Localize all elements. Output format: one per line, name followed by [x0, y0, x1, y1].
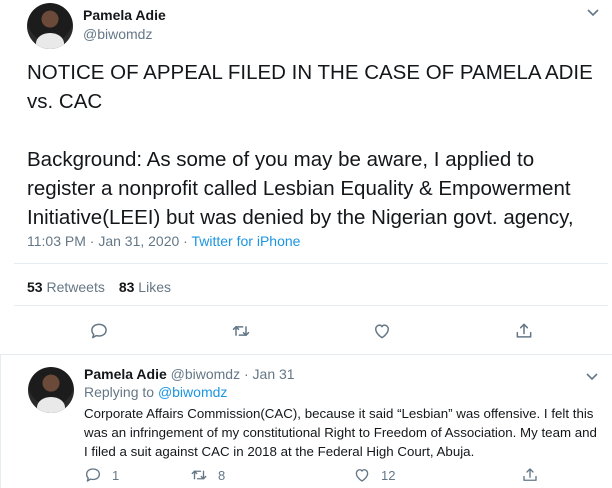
retweet-icon: [232, 326, 250, 336]
tweet-source[interactable]: Twitter for iPhone: [191, 233, 300, 249]
tweet-stats: 53 Retweets 83 Likes: [27, 279, 171, 295]
retweets-count: 53: [27, 279, 43, 295]
reply-icon: [85, 468, 101, 482]
chevron-down-icon[interactable]: [587, 5, 599, 20]
chevron-down-icon[interactable]: [586, 369, 598, 384]
divider: [14, 305, 608, 306]
retweet-button[interactable]: 8: [190, 464, 225, 486]
likes-stat[interactable]: 83 Likes: [119, 279, 171, 295]
divider: [14, 263, 608, 264]
share-button[interactable]: [521, 464, 539, 486]
replying-prefix: Replying to: [84, 384, 158, 400]
heart-icon: [355, 469, 369, 482]
share-button[interactable]: [509, 316, 539, 346]
author-handle[interactable]: @biwomdz: [83, 26, 152, 42]
reply-button[interactable]: 1: [84, 464, 119, 486]
reply-button[interactable]: [84, 316, 114, 346]
tweet-meta: 11:03 PM · Jan 31, 2020 · Twitter for iP…: [27, 233, 300, 249]
author-name[interactable]: Pamela Adie: [84, 366, 167, 382]
main-tweet: Pamela Adie @biwomdz NOTICE OF APPEAL FI…: [0, 0, 612, 354]
separator-dot: ·: [243, 366, 249, 382]
reply-date[interactable]: Jan 31: [253, 366, 295, 382]
retweet-count: 8: [218, 467, 226, 483]
tweet-text: NOTICE OF APPEAL FILED IN THE CASE OF PA…: [27, 61, 593, 229]
retweet-icon: [191, 470, 207, 480]
reply-icon: [91, 323, 107, 339]
share-icon: [523, 468, 537, 481]
author-handle[interactable]: @biwomdz: [171, 366, 240, 382]
reply-tweet[interactable]: Pamela Adie @biwomdz · Jan 31 Replying t…: [0, 355, 612, 488]
like-button[interactable]: 12: [353, 464, 395, 486]
retweets-stat[interactable]: 53 Retweets: [27, 279, 105, 295]
tweet-actions: [0, 316, 612, 346]
tweet-timestamp[interactable]: 11:03 PM · Jan 31, 2020 ·: [27, 233, 191, 249]
retweet-button[interactable]: [226, 316, 256, 346]
reply-count: 1: [112, 467, 120, 483]
likes-label: Likes: [138, 279, 171, 295]
avatar[interactable]: [28, 367, 74, 413]
reply-header: Pamela Adie @biwomdz · Jan 31: [84, 366, 295, 382]
replying-handle-link[interactable]: @biwomdz: [158, 384, 227, 400]
like-count: 12: [381, 467, 396, 483]
retweets-label: Retweets: [46, 279, 105, 295]
author-name[interactable]: Pamela Adie: [83, 7, 166, 23]
reply-text: Corporate Affairs Commission(CAC), becau…: [84, 406, 597, 459]
like-button[interactable]: [367, 316, 397, 346]
replying-to: Replying to @biwomdz: [84, 384, 227, 400]
share-icon: [516, 323, 532, 338]
heart-icon: [375, 324, 389, 339]
avatar[interactable]: [27, 3, 73, 49]
likes-count: 83: [118, 279, 135, 295]
